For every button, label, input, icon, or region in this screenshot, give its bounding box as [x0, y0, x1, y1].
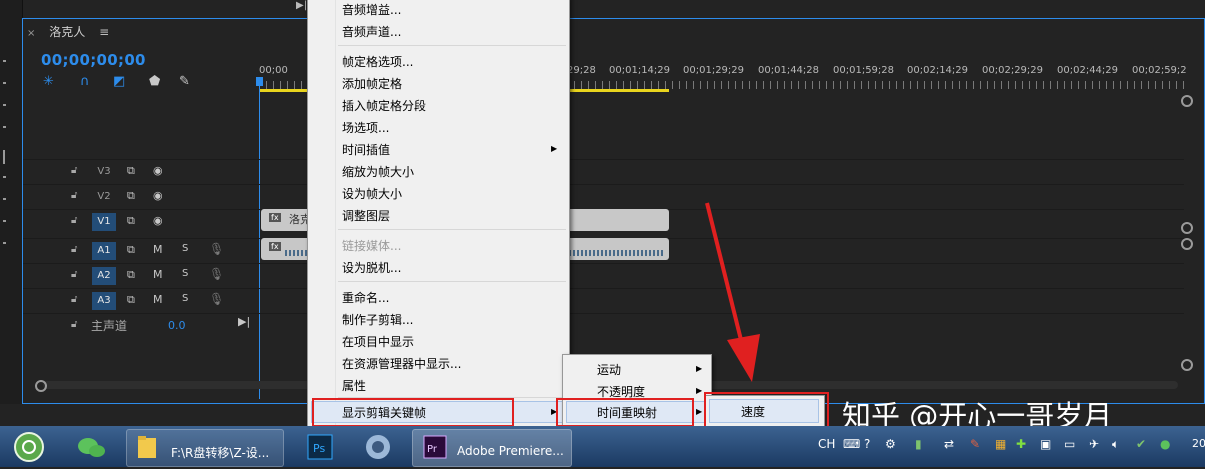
- tray-app-icon[interactable]: ✚: [1016, 437, 1026, 451]
- start-button[interactable]: [6, 429, 52, 465]
- network-share-icon[interactable]: ⇄: [944, 437, 954, 451]
- volume-icon[interactable]: 🔈︎: [1112, 437, 1119, 452]
- folder-icon: [138, 436, 156, 458]
- tray-app-icon[interactable]: ▦: [995, 437, 1006, 451]
- svg-text:Pr: Pr: [427, 444, 438, 455]
- premiere-window-title: Adobe Premiere...: [457, 444, 564, 458]
- keyboard-icon[interactable]: ⌨: [843, 437, 860, 451]
- clock[interactable]: 20: [1192, 437, 1205, 450]
- premiere-icon: Pr: [423, 435, 447, 459]
- explorer-window-title: F:\R盘转移\Z-设...: [171, 446, 270, 460]
- tray-app-icon[interactable]: ✎: [970, 437, 980, 451]
- start-orb-icon: [14, 432, 44, 462]
- ime-settings-icon[interactable]: ⚙: [885, 437, 896, 451]
- taskbar-app[interactable]: [350, 429, 406, 465]
- tray-app-icon[interactable]: ✈: [1089, 437, 1099, 451]
- language-indicator[interactable]: CH: [818, 437, 835, 451]
- taskbar-explorer[interactable]: F:\R盘转移\Z-设...: [126, 429, 284, 467]
- tray-app-icon[interactable]: ●: [1160, 437, 1170, 451]
- svg-text:Ps: Ps: [313, 442, 325, 455]
- taskbar-photoshop[interactable]: Ps: [292, 429, 348, 465]
- taskbar-premiere[interactable]: Pr Adobe Premiere...: [412, 429, 572, 467]
- security-shield-icon[interactable]: ✔: [1136, 437, 1146, 451]
- photoshop-icon: Ps: [307, 434, 333, 460]
- wechat-icon: [78, 438, 105, 457]
- help-icon[interactable]: ?: [864, 437, 870, 451]
- app-icon: [366, 435, 390, 459]
- display-icon[interactable]: ▭: [1064, 437, 1075, 451]
- tray-app-icon[interactable]: ▣: [1040, 437, 1051, 451]
- taskbar-wechat[interactable]: [62, 429, 122, 465]
- battery-icon[interactable]: ▮: [915, 437, 922, 451]
